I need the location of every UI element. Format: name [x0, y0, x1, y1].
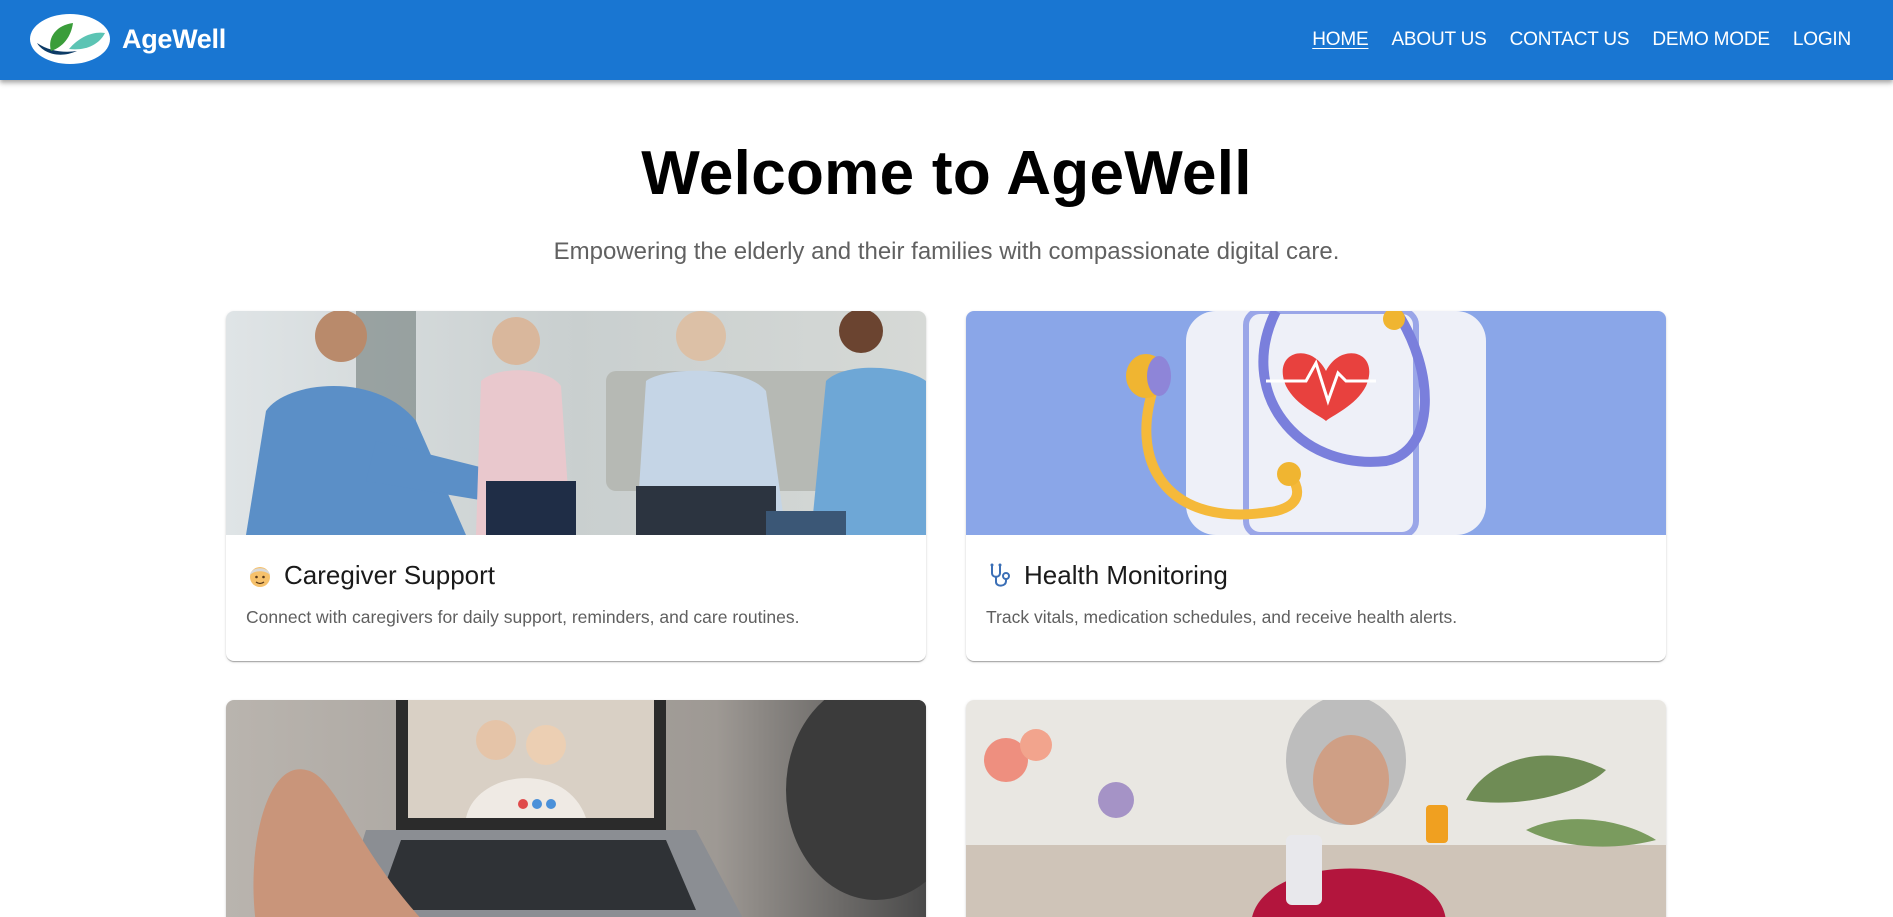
nav-login[interactable]: LOGIN: [1793, 29, 1851, 51]
health-monitoring-illustration: [966, 311, 1666, 535]
brand-name: AgeWell: [122, 23, 226, 54]
main-nav: HOME ABOUT US CONTACT US DEMO MODE LOGIN: [1289, 0, 1851, 80]
nav-demo-mode[interactable]: DEMO MODE: [1652, 29, 1770, 51]
medication-photo: [966, 700, 1666, 917]
caregiver-photo: [226, 311, 926, 535]
caregiver-support-card[interactable]: Caregiver Support Connect with caregiver…: [226, 311, 926, 661]
page-subtitle: Empowering the elderly and their familie…: [553, 238, 1340, 265]
nav-contact-us[interactable]: CONTACT US: [1510, 29, 1630, 51]
health-monitoring-title: Health Monitoring: [1024, 560, 1228, 590]
nav-about-us[interactable]: ABOUT US: [1391, 29, 1486, 51]
stethoscope-icon: [990, 563, 1010, 587]
caregiver-support-title: Caregiver Support: [284, 560, 495, 590]
health-monitoring-card[interactable]: Health Monitoring Track vitals, medicati…: [966, 311, 1666, 661]
page-title: Welcome to AgeWell: [641, 139, 1252, 208]
health-monitoring-description: Track vitals, medication schedules, and …: [986, 607, 1458, 627]
agewell-logo-icon: [30, 14, 110, 64]
video-call-photo: [226, 700, 926, 917]
caregiver-support-description: Connect with caregivers for daily suppor…: [246, 607, 800, 627]
elderly-person-icon: [250, 566, 270, 587]
medication-card[interactable]: [966, 700, 1666, 917]
app-bar: AgeWell HOME ABOUT US CONTACT US DEMO MO…: [0, 0, 1893, 80]
video-call-card[interactable]: [226, 700, 926, 917]
nav-home[interactable]: HOME: [1312, 29, 1368, 51]
brand[interactable]: AgeWell: [29, 13, 226, 65]
